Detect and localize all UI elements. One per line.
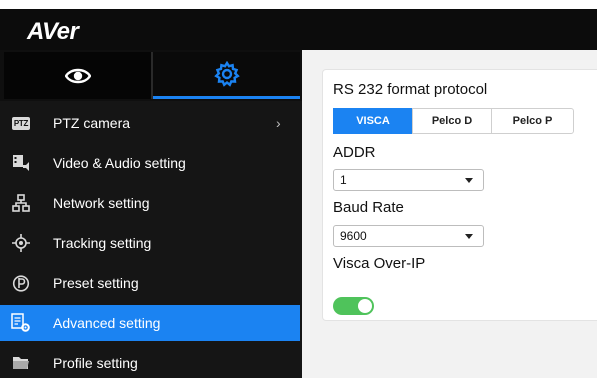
video-audio-icon — [11, 153, 31, 173]
advanced-settings-icon — [11, 313, 31, 333]
menu-item-network[interactable]: Network setting — [0, 185, 300, 221]
tracking-icon — [11, 233, 31, 253]
baud-rate-label: Baud Rate — [333, 199, 404, 216]
preview-mode-button[interactable] — [4, 52, 151, 99]
protocol-pelco-d-button[interactable]: Pelco D — [412, 108, 492, 134]
toggle-knob — [358, 299, 372, 313]
gear-icon — [213, 61, 240, 87]
top-strip — [0, 0, 597, 9]
menu-item-video-audio[interactable]: Video & Audio setting — [0, 145, 300, 181]
menu-item-advanced[interactable]: Advanced setting — [0, 305, 300, 341]
menu-item-label: PTZ camera — [53, 115, 131, 131]
protocol-pelco-p-button[interactable]: Pelco P — [491, 108, 574, 134]
mode-switcher — [0, 50, 302, 101]
menu-item-label: Profile setting — [53, 355, 138, 371]
visca-over-ip-label: Visca Over-IP — [333, 255, 426, 272]
menu-item-label: Preset setting — [53, 275, 139, 291]
sidebar: PTZ PTZ camera › Video & Audio setting N… — [0, 50, 302, 378]
eye-icon — [64, 68, 91, 83]
advanced-settings-card: RS 232 format protocol VISCA Pelco D Pel… — [322, 69, 597, 321]
chevron-right-icon: › — [276, 115, 281, 131]
menu-item-tracking[interactable]: Tracking setting — [0, 225, 300, 261]
ptz-icon: PTZ — [11, 116, 31, 130]
settings-content: RS 232 format protocol VISCA Pelco D Pel… — [302, 50, 597, 378]
settings-mode-button[interactable] — [153, 52, 300, 99]
protocol-visca-button[interactable]: VISCA — [333, 108, 413, 134]
menu-item-label: Video & Audio setting — [53, 155, 186, 171]
menu-item-profile[interactable]: Profile setting — [0, 345, 300, 378]
visca-over-ip-toggle[interactable] — [333, 297, 374, 315]
aver-logo: AVer — [27, 18, 79, 45]
folder-icon — [11, 353, 31, 373]
menu-item-ptz-camera[interactable]: PTZ PTZ camera › — [0, 105, 300, 141]
addr-value: 1 — [340, 173, 347, 187]
preset-icon — [11, 273, 31, 293]
network-icon — [11, 193, 31, 213]
chevron-down-icon — [465, 178, 473, 183]
menu-item-label: Advanced setting — [53, 315, 161, 331]
app-header: AVer — [0, 9, 597, 50]
menu-item-label: Tracking setting — [53, 235, 152, 251]
addr-select[interactable]: 1 — [333, 169, 484, 191]
protocol-segmented-control: VISCA Pelco D Pelco P — [333, 108, 574, 134]
chevron-down-icon — [465, 234, 473, 239]
menu-item-preset[interactable]: Preset setting — [0, 265, 300, 301]
addr-label: ADDR — [333, 144, 376, 161]
menu-item-label: Network setting — [53, 195, 150, 211]
protocol-label: RS 232 format protocol — [333, 81, 488, 98]
baud-rate-select[interactable]: 9600 — [333, 225, 484, 247]
baud-rate-value: 9600 — [340, 229, 367, 243]
